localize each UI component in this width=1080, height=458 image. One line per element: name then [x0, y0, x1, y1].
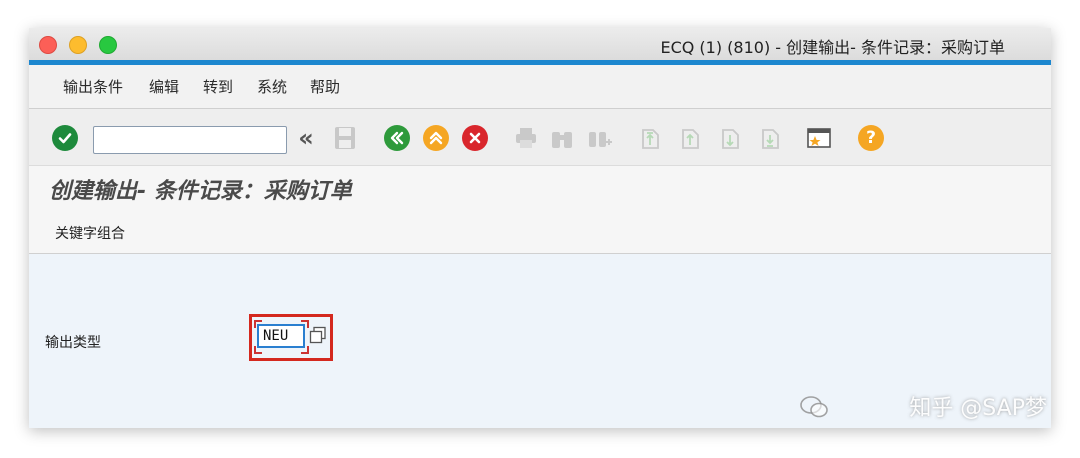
enter-button[interactable]: [52, 125, 78, 151]
value-help-button[interactable]: [309, 326, 327, 344]
first-page-button[interactable]: [637, 125, 663, 151]
watermark: 知乎 @SAP梦: [909, 396, 1047, 421]
print-button[interactable]: [513, 125, 539, 151]
value-help-icon: [309, 326, 326, 344]
window-title: ECQ (1) (810) - 创建输出- 条件记录：采购订单: [660, 38, 1005, 57]
command-field-toggle[interactable]: «: [293, 124, 319, 152]
key-combination-button[interactable]: 关键字组合: [55, 223, 125, 243]
previous-page-button[interactable]: [677, 125, 703, 151]
close-icon: [462, 125, 488, 151]
menu-help[interactable]: 帮助: [310, 76, 340, 97]
page-title-bar: 创建输出- 条件记录：采购订单: [29, 165, 1051, 209]
exit-button[interactable]: [423, 125, 449, 151]
last-page-button[interactable]: [757, 125, 783, 151]
selection-screen: 输出类型 NEU 知乎 @SAP梦: [29, 254, 1051, 428]
next-page-icon: [722, 129, 739, 149]
sap-window: ECQ (1) (810) - 创建输出- 条件记录：采购订单 输出条件 编辑 …: [29, 28, 1051, 428]
zoom-window-button[interactable]: [99, 36, 118, 54]
menu-system[interactable]: 系统: [257, 76, 287, 97]
window-star-icon: [807, 128, 831, 148]
close-window-button[interactable]: [39, 36, 57, 54]
find-button[interactable]: [549, 125, 575, 151]
window-controls: [39, 36, 124, 58]
binoculars-plus-icon: [589, 132, 612, 147]
output-type-input[interactable]: NEU: [257, 324, 305, 348]
save-button[interactable]: [332, 125, 358, 151]
command-field[interactable]: [93, 126, 287, 154]
double-chevron-up-icon: [423, 125, 449, 151]
last-page-icon: [762, 129, 779, 149]
standard-toolbar: « ?: [29, 109, 1051, 165]
menu-edit[interactable]: 编辑: [149, 76, 179, 97]
title-bar: ECQ (1) (810) - 创建输出- 条件记录：采购订单: [29, 28, 1051, 60]
printer-icon: [516, 128, 536, 148]
checkmark-icon: [52, 125, 78, 151]
first-page-icon: [642, 129, 659, 149]
wechat-icon: [800, 396, 828, 418]
minimize-window-button[interactable]: [69, 36, 88, 54]
double-chevron-left-icon: [384, 125, 410, 151]
help-button[interactable]: ?: [858, 125, 884, 151]
layout-button[interactable]: [806, 125, 832, 151]
menu-bar: 输出条件 编辑 转到 系统 帮助: [29, 65, 1051, 109]
find-next-button[interactable]: [587, 125, 613, 151]
menu-output-conditions[interactable]: 输出条件: [63, 76, 123, 97]
question-mark-icon: ?: [858, 125, 884, 151]
save-icon: [335, 127, 355, 149]
menu-goto[interactable]: 转到: [203, 76, 233, 97]
binoculars-icon: [552, 132, 572, 148]
back-button[interactable]: [384, 125, 410, 151]
application-toolbar: 关键字组合: [29, 208, 1051, 254]
page-title: 创建输出- 条件记录：采购订单: [49, 179, 352, 204]
output-type-label: 输出类型: [45, 335, 101, 351]
previous-page-icon: [682, 129, 699, 149]
next-page-button[interactable]: [717, 125, 743, 151]
cancel-button[interactable]: [462, 125, 488, 151]
